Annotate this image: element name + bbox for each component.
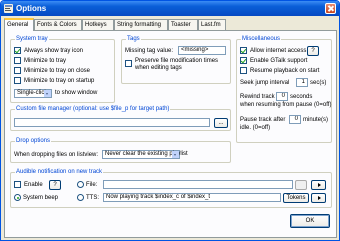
tts-label: TTS: — [86, 195, 99, 201]
options-window: Options General Fonts & Colors Hotkeys S… — [0, 0, 340, 241]
rewind-label: Rewind track — [240, 94, 275, 100]
click-mode-value: Single-click — [17, 90, 48, 96]
general-panel: System tray Always show tray icon Minimi… — [4, 30, 337, 238]
audible-help-button[interactable]: ? — [49, 180, 61, 190]
file-browse-button[interactable] — [295, 180, 307, 190]
chevron-down-icon — [172, 151, 179, 158]
group-label: System tray — [15, 36, 49, 43]
minimize-close-label: Minimize to tray on close — [24, 68, 91, 74]
internet-help-button[interactable]: ? — [307, 46, 319, 56]
internet-access-checkbox[interactable] — [240, 47, 247, 54]
group-label: Audible notification on new track — [15, 169, 104, 176]
miscellaneous-group: Miscellaneous Allow internet access ? En… — [236, 36, 332, 143]
file-manager-group: Custom file manager (optional: use $file… — [10, 106, 231, 131]
tab-hotkeys[interactable]: Hotkeys — [82, 19, 114, 30]
missing-tag-input[interactable]: <missing> — [178, 46, 226, 55]
tokens-button[interactable]: Tokens — [283, 193, 309, 203]
preserve-times-label: Preserve file modification times when ed… — [135, 58, 219, 71]
gtalk-label: Enable GTalk support — [250, 58, 308, 64]
browse-button[interactable]: ... — [214, 118, 228, 128]
tab-general[interactable]: General — [4, 18, 34, 31]
window-title: Options — [16, 4, 47, 13]
minimize-tray-label: Minimize to tray — [24, 58, 67, 64]
tags-group: Tags Missing tag value: <missing> Preser… — [121, 36, 231, 84]
app-icon — [4, 4, 13, 13]
group-label: Drop options — [15, 138, 52, 145]
file-manager-input[interactable] — [14, 118, 210, 127]
seek-unit-label: sec(s) — [310, 80, 327, 86]
pause-note: idle. (0=off) — [240, 125, 271, 131]
tab-string-formatting[interactable]: String formatting — [114, 19, 168, 30]
pause-label: Pause track after — [240, 117, 286, 123]
file-radio[interactable] — [77, 181, 84, 188]
tab-fonts-colors[interactable]: Fonts & Colors — [34, 19, 82, 30]
missing-tag-label: Missing tag value: — [125, 48, 174, 54]
minimize-startup-label: Minimize to tray on startup — [24, 78, 95, 84]
resume-playback-label: Resume playback on start — [250, 68, 320, 74]
click-mode-select[interactable]: Single-click — [14, 89, 52, 98]
pause-unit-label: minute(s) — [303, 117, 329, 123]
title-bar[interactable]: Options — [1, 1, 339, 16]
tts-radio[interactable] — [77, 194, 84, 201]
group-label: Miscellaneous — [241, 36, 282, 43]
group-label: Custom file manager (optional: use $file… — [15, 106, 171, 113]
seek-interval-label: Seek jump interval — [240, 80, 290, 86]
tab-lastfm[interactable]: Last.fm — [198, 19, 226, 30]
group-label: Tags — [126, 36, 141, 43]
system-tray-group: System tray Always show tray icon Minimi… — [10, 36, 115, 103]
chevron-down-icon — [44, 90, 51, 97]
drop-when-label: When dropping files on listview: — [14, 152, 99, 158]
tab-toaster[interactable]: Toaster — [168, 19, 198, 30]
internet-access-label: Allow internet access — [250, 48, 307, 54]
click-mode-suffix: to show window — [55, 90, 98, 96]
pause-input[interactable]: 0 — [289, 115, 301, 124]
enable-audible-label: Enable — [24, 182, 43, 188]
minimize-close-checkbox[interactable] — [14, 67, 21, 74]
sound-file-input[interactable] — [103, 180, 293, 189]
system-beep-label: System beep — [23, 195, 59, 201]
drop-action-select[interactable]: Never clear the existing playlist — [102, 150, 188, 159]
enable-audible-checkbox[interactable] — [14, 181, 21, 188]
preserve-times-checkbox[interactable] — [125, 60, 132, 67]
always-show-checkbox[interactable] — [14, 47, 21, 54]
gtalk-checkbox[interactable] — [240, 57, 247, 64]
file-radio-label: File: — [86, 182, 98, 188]
drop-options-group: Drop options When dropping files on list… — [10, 138, 231, 163]
audible-notification-group: Audible notification on new track Enable… — [10, 169, 332, 208]
system-beep-radio[interactable] — [14, 194, 21, 201]
rewind-input[interactable]: 0 — [276, 92, 288, 101]
seek-interval-input[interactable]: 1 — [296, 78, 308, 87]
play-tts-button[interactable] — [311, 193, 326, 203]
minimize-startup-checkbox[interactable] — [14, 77, 21, 84]
play-file-button[interactable] — [311, 180, 326, 190]
always-show-label: Always show tray icon — [24, 48, 84, 54]
tts-input[interactable]: Now playing track $index_c of $index_t — [103, 193, 281, 202]
close-button[interactable] — [325, 3, 336, 14]
resume-playback-checkbox[interactable] — [240, 67, 247, 74]
ok-button[interactable]: OK — [290, 214, 330, 228]
minimize-tray-checkbox[interactable] — [14, 57, 21, 64]
rewind-note: when resuming from pause (0=off) — [240, 102, 332, 108]
rewind-unit-label: seconds — [290, 94, 313, 100]
